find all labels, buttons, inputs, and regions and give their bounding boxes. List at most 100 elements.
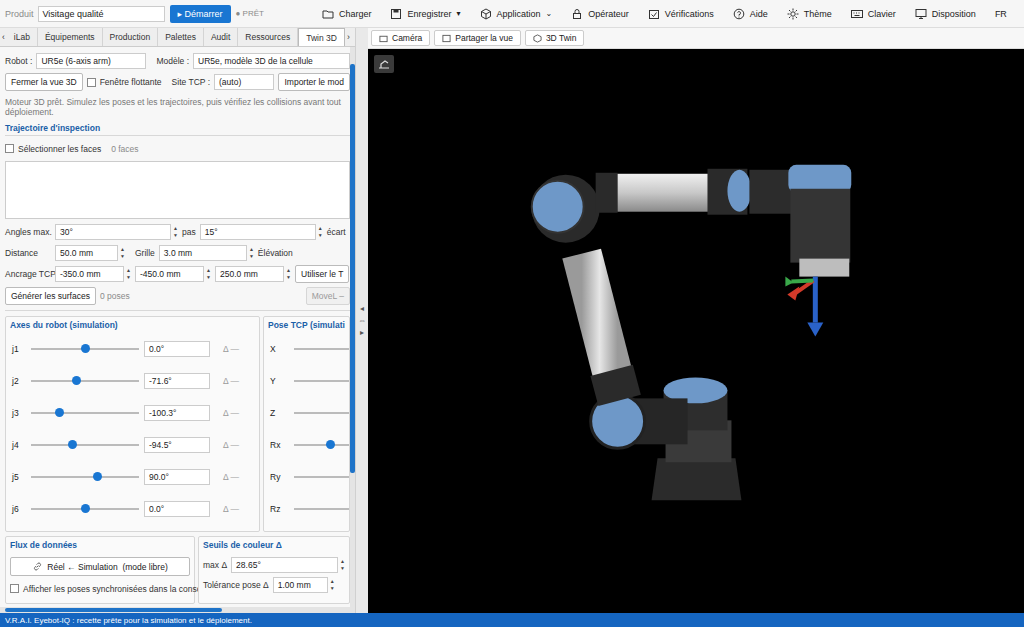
splitter[interactable]: ◂⇔▸ bbox=[355, 28, 368, 613]
slider-thumb[interactable] bbox=[72, 376, 81, 385]
joint-slider[interactable] bbox=[31, 376, 139, 386]
menu-item[interactable]: Opérateur bbox=[571, 8, 629, 20]
pose-slider[interactable] bbox=[294, 344, 350, 354]
movel-button: MoveL – bbox=[306, 287, 350, 305]
joint-delta: Δ — bbox=[223, 504, 239, 514]
sync-label: Afficher les poses synchronisées dans la… bbox=[23, 584, 208, 594]
cube-icon bbox=[533, 34, 542, 43]
pose-row: Y bbox=[268, 365, 345, 397]
menu-item[interactable]: Vérifications bbox=[648, 8, 714, 20]
view-options-button[interactable] bbox=[374, 55, 394, 73]
product-label: Produit bbox=[5, 9, 34, 19]
joint-slider[interactable] bbox=[31, 344, 139, 354]
sync-checkbox[interactable] bbox=[10, 584, 19, 593]
menu-item[interactable]: Thème bbox=[787, 8, 832, 20]
joint-value[interactable]: -94.5° bbox=[144, 437, 210, 453]
menu-item[interactable]: Aide bbox=[733, 8, 768, 20]
viewport-toolbar: CaméraPartager la vue3D Twin bbox=[368, 28, 1024, 49]
tab[interactable]: Ressources bbox=[238, 28, 298, 46]
slider-thumb[interactable] bbox=[93, 472, 102, 481]
anchor-field[interactable]: -450.0 mm▲▼ bbox=[135, 266, 211, 282]
tab-scroll-right[interactable]: › bbox=[345, 28, 352, 46]
faces-list[interactable] bbox=[5, 161, 350, 219]
tab-scroll-left[interactable]: ‹ bbox=[0, 28, 7, 46]
joint-value[interactable]: 0.0° bbox=[144, 341, 210, 357]
distance-label: Distance bbox=[5, 248, 51, 258]
slider-thumb[interactable] bbox=[81, 504, 90, 513]
camera-icon bbox=[379, 34, 388, 43]
floating-checkbox[interactable] bbox=[87, 78, 96, 87]
close-3d-button[interactable]: Fermer la vue 3D bbox=[5, 73, 83, 91]
tab[interactable]: Production bbox=[103, 28, 159, 46]
product-input[interactable]: Visitage qualité bbox=[38, 6, 165, 22]
step-label: pas bbox=[182, 227, 196, 237]
slider-thumb[interactable] bbox=[68, 440, 77, 449]
generate-surfaces-button[interactable]: Générer les surfaces bbox=[5, 287, 96, 305]
tab[interactable]: iLab bbox=[7, 28, 38, 46]
menu-item[interactable]: Application⌄ bbox=[480, 8, 553, 20]
robot-select[interactable]: UR5e (6-axis arm) bbox=[36, 53, 146, 69]
joint-value[interactable]: -71.6° bbox=[144, 373, 210, 389]
robot-view-icon bbox=[377, 58, 391, 70]
slider-thumb[interactable] bbox=[55, 408, 64, 417]
tab[interactable]: Équipements bbox=[38, 28, 103, 46]
model-select[interactable]: UR5e, modèle 3D de la cellule bbox=[193, 53, 350, 69]
select-faces-checkbox[interactable] bbox=[5, 144, 14, 153]
max-delta-field[interactable]: 28.65°▲▼ bbox=[231, 557, 345, 573]
link-icon bbox=[32, 561, 43, 572]
angles-label: Angles max. bbox=[5, 227, 51, 237]
viewport-3d[interactable]: CaméraPartager la vue3D Twin bbox=[368, 28, 1024, 613]
pose-slider[interactable] bbox=[294, 472, 350, 482]
pose-slider[interactable] bbox=[294, 440, 350, 450]
model-label: Modèle : bbox=[156, 56, 189, 66]
pose-row: Ry bbox=[268, 461, 345, 493]
distance-field[interactable]: 50.0 mm▲▼ bbox=[55, 245, 125, 261]
tab[interactable]: Twin 3D bbox=[298, 28, 345, 46]
slider-thumb[interactable] bbox=[326, 440, 335, 449]
joint-slider[interactable] bbox=[31, 408, 139, 418]
joint-row: j3-100.3°Δ — bbox=[10, 397, 255, 429]
joint-slider[interactable] bbox=[31, 440, 139, 450]
pose-slider[interactable] bbox=[294, 376, 350, 386]
joint-row: j590.0°Δ — bbox=[10, 461, 255, 493]
group-title: Flux de données bbox=[10, 540, 190, 553]
joint-delta: Δ — bbox=[223, 408, 239, 418]
joint-slider[interactable] bbox=[31, 504, 139, 514]
joint-value[interactable]: 90.0° bbox=[144, 469, 210, 485]
tcp-site-select[interactable]: (auto) bbox=[214, 74, 274, 90]
joint-row: j4-94.5°Δ — bbox=[10, 429, 255, 461]
viewport-button[interactable]: Partager la vue bbox=[434, 30, 521, 46]
tab[interactable]: Audit bbox=[204, 28, 238, 46]
menu-item[interactable]: Enregistrer▾ bbox=[390, 8, 460, 20]
pose-slider[interactable] bbox=[294, 408, 350, 418]
menu-item[interactable]: Clavier bbox=[851, 8, 896, 20]
grid-field[interactable]: 3.0 mm▲▼ bbox=[159, 245, 254, 261]
elevation-label: Élévation bbox=[258, 248, 293, 258]
import-model-button[interactable]: Importer le mod bbox=[278, 73, 350, 91]
tab[interactable]: Palettes bbox=[158, 28, 204, 46]
anchor-field[interactable]: 250.0 mm▲▼ bbox=[215, 266, 291, 282]
joint-row: j10.0°Δ — bbox=[10, 333, 255, 365]
menu-item[interactable]: Charger bbox=[322, 8, 372, 20]
tolerance-field[interactable]: 1.00 mm▲▼ bbox=[273, 577, 335, 593]
viewport-button[interactable]: Caméra bbox=[371, 30, 430, 46]
save-icon bbox=[390, 8, 402, 20]
joint-value[interactable]: 0.0° bbox=[144, 501, 210, 517]
sync-mode-button[interactable]: Réel ← Simulation (mode libre) bbox=[10, 557, 190, 576]
angles-field[interactable]: 30°▲▼ bbox=[55, 224, 178, 240]
use-tcp-button[interactable]: Utiliser le T bbox=[295, 265, 349, 283]
scene-canvas[interactable] bbox=[368, 49, 1024, 613]
menu-item[interactable]: FR bbox=[995, 9, 1007, 19]
workspace: ‹iLabÉquipementsProductionPalettesAuditR… bbox=[0, 28, 1024, 613]
step-field[interactable]: 15°▲▼ bbox=[200, 224, 323, 240]
pose-slider[interactable] bbox=[294, 504, 350, 514]
viewport-button[interactable]: 3D Twin bbox=[525, 30, 585, 46]
slider-thumb[interactable] bbox=[81, 344, 90, 353]
anchor-field[interactable]: -350.0 mm▲▼ bbox=[55, 266, 131, 282]
joint-slider[interactable] bbox=[31, 472, 139, 482]
select-faces-label: Sélectionner les faces bbox=[18, 144, 101, 154]
start-button[interactable]: ▸ Démarrer bbox=[170, 5, 231, 23]
tab-bar: ‹iLabÉquipementsProductionPalettesAuditR… bbox=[0, 28, 355, 47]
menu-item[interactable]: Disposition bbox=[915, 8, 976, 20]
joint-value[interactable]: -100.3° bbox=[144, 405, 210, 421]
